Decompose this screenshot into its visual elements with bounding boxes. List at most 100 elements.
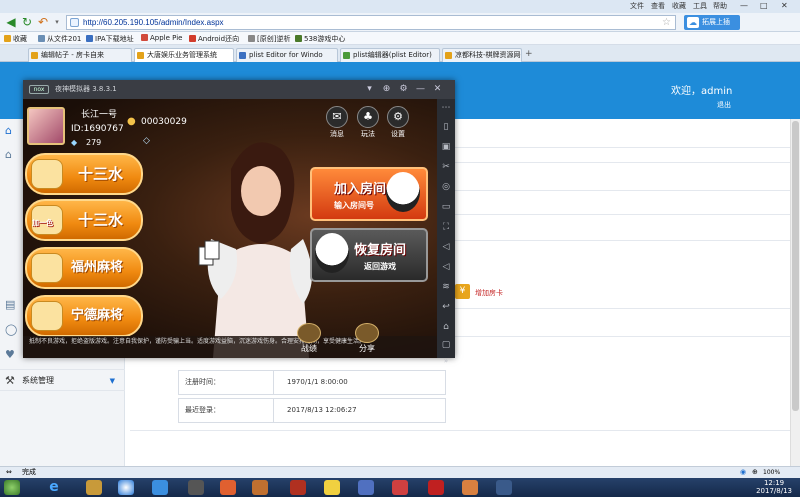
address-bar[interactable]: http://60.205.190.105/admin/Index.aspx ☆ [66,15,676,30]
location-icon[interactable]: ◎ [440,181,452,193]
tab[interactable]: plist编辑器(plist Editor) [340,48,440,62]
app-icon[interactable] [496,480,512,495]
join-room-button[interactable]: 加入房间 输入房间号 [310,167,428,221]
fav-item[interactable]: Android还向 [189,34,239,44]
trash-icon[interactable]: ▯ [440,121,452,133]
menu-icon[interactable]: ▾ [363,80,376,99]
rules-button[interactable]: ♣ 玩法 [356,106,380,139]
tab-active[interactable]: 大唐娱乐业务管理系统 [134,48,234,62]
app-icon[interactable] [290,480,306,495]
tab[interactable]: 编辑帖子 - 房卡自来 [28,48,132,62]
game-button-ningde-mahjong[interactable]: 宁德麻将 [25,295,143,337]
close-icon[interactable]: ✕ [781,1,788,10]
message-icon: ✉ [326,106,348,128]
dropdown-icon[interactable]: ▾ [50,15,64,29]
scrollbar[interactable] [790,119,800,466]
share-icon [355,323,379,343]
tab[interactable]: 凉都科技-棋牌资源网- [442,48,522,62]
undo-icon[interactable]: ↶ [36,15,50,29]
menu-favorites[interactable]: 收藏 [672,1,686,11]
chat-icon[interactable]: ◯ [5,324,17,336]
document-icon[interactable]: ▤ [5,299,17,311]
emulator-titlebar[interactable]: nox 夜神模拟器 3.8.3.1 ▾ ⊕ ⚙ — ✕ [23,80,455,99]
extension-button[interactable]: ☁ 拓展上插 [684,15,740,30]
cloud-icon[interactable] [152,480,168,495]
emulator-window[interactable]: nox 夜神模拟器 3.8.3.1 ▾ ⊕ ⚙ — ✕ 长江一号 ID:1690… [23,80,455,365]
tab-icon [445,52,452,59]
extension-label: 拓展上插 [702,18,730,26]
keyboard-icon[interactable]: ▭ [440,201,452,213]
zoom-icon[interactable]: ⊕ [752,467,758,478]
globe-icon[interactable]: ◉ [740,467,746,478]
zoom-level[interactable]: 100% [763,467,780,478]
fav-item[interactable]: IPA下载地址 [86,34,134,44]
app-icon[interactable] [392,480,408,495]
fav-item[interactable]: 538游戏中心 [295,34,345,44]
add-card-label: 增加房卡 [475,289,503,297]
star-app-icon[interactable] [324,480,340,495]
menu-view[interactable]: 查看 [651,1,665,11]
messages-button[interactable]: ✉ 消息 [325,106,349,139]
browser-360-icon[interactable] [118,480,134,495]
home-icon[interactable]: ⌂ [5,125,17,137]
scissors-icon[interactable]: ✂ [440,161,452,173]
fav-item[interactable]: [原创]逆析 [248,34,290,44]
heart-icon[interactable]: ♥ [5,349,17,361]
maximize-icon[interactable]: □ [760,1,768,10]
game-button-shisanshui-plus[interactable]: 十三水 加一色 [25,199,143,241]
sidebar-item-system[interactable]: ⚒ 系统管理 ▼ [0,369,125,391]
app-icon[interactable] [462,480,478,495]
share-button[interactable]: 分享 [353,323,381,354]
game-icon[interactable] [220,480,236,495]
settings-button[interactable]: ⚙ 设置 [386,106,410,139]
app-icon[interactable] [252,480,268,495]
back-icon[interactable]: ↩ [440,301,452,313]
mahjong-icon [31,301,63,331]
expand-icon[interactable]: » [440,355,452,367]
volume-down-icon[interactable]: ◁ [440,261,452,273]
recent-apps-icon[interactable]: ▢ [440,339,452,351]
game-button-fuzhou-mahjong[interactable]: 福州麻将 [25,247,143,289]
refresh-icon[interactable]: ↻ [20,15,34,29]
tab[interactable]: plist Editor for Windo [236,48,338,62]
fullscreen-icon[interactable]: ⛶ [440,221,452,233]
start-icon[interactable] [4,480,20,495]
more-icon[interactable]: ⋯ [440,102,452,114]
ie-icon[interactable]: e [46,480,62,495]
back-icon[interactable]: ◀ [4,15,18,29]
new-tab-icon[interactable]: + [525,49,533,59]
tab-icon [239,52,246,59]
scrollbar-thumb[interactable] [792,121,799,411]
volume-up-icon[interactable]: ◁ [440,241,452,253]
game-icon [295,35,302,42]
page-icon [70,18,79,27]
url-text: http://60.205.190.105/admin/Index.aspx [83,18,224,27]
game-button-shisanshui[interactable]: 十三水 [25,153,143,195]
star-icon[interactable]: ☆ [662,16,671,29]
shake-icon[interactable]: ≋ [440,281,452,293]
nox-icon[interactable] [188,480,204,495]
menu-tools[interactable]: 工具 [693,1,707,11]
home-outline-icon[interactable]: ⌂ [5,149,17,161]
home-icon[interactable]: ⌂ [440,321,452,333]
fav-item[interactable]: 从文件201 [38,34,81,44]
menu-help[interactable]: 帮助 [713,1,727,11]
restore-room-button[interactable]: 恢复房间 返回游戏 [310,228,428,282]
fav-item[interactable]: Apple Pie [141,34,182,42]
minimize-icon[interactable]: — [414,80,427,99]
folder-icon[interactable] [86,480,102,495]
app-icon[interactable] [358,480,374,495]
screenshot-icon[interactable]: ▣ [440,141,452,153]
clock[interactable]: 12:19 2017/8/13 [756,479,792,495]
logout-link[interactable]: 退出 [717,100,731,110]
menu-file[interactable]: 文件 [630,1,644,11]
fav-item[interactable]: 收藏 [4,34,27,44]
minimize-icon[interactable]: — [740,1,748,10]
records-button[interactable]: 战绩 [295,323,323,354]
avatar[interactable] [27,107,65,145]
close-icon[interactable]: ✕ [431,80,444,99]
settings-icon[interactable]: ⚙ [397,80,410,99]
pin-icon[interactable]: ⊕ [380,80,393,99]
game-screen[interactable]: 长江一号 ID:1690767 ◆ 279 ● 00030029 ◇ ✉ 消息 ♣… [23,99,437,358]
app-icon[interactable] [428,480,444,495]
